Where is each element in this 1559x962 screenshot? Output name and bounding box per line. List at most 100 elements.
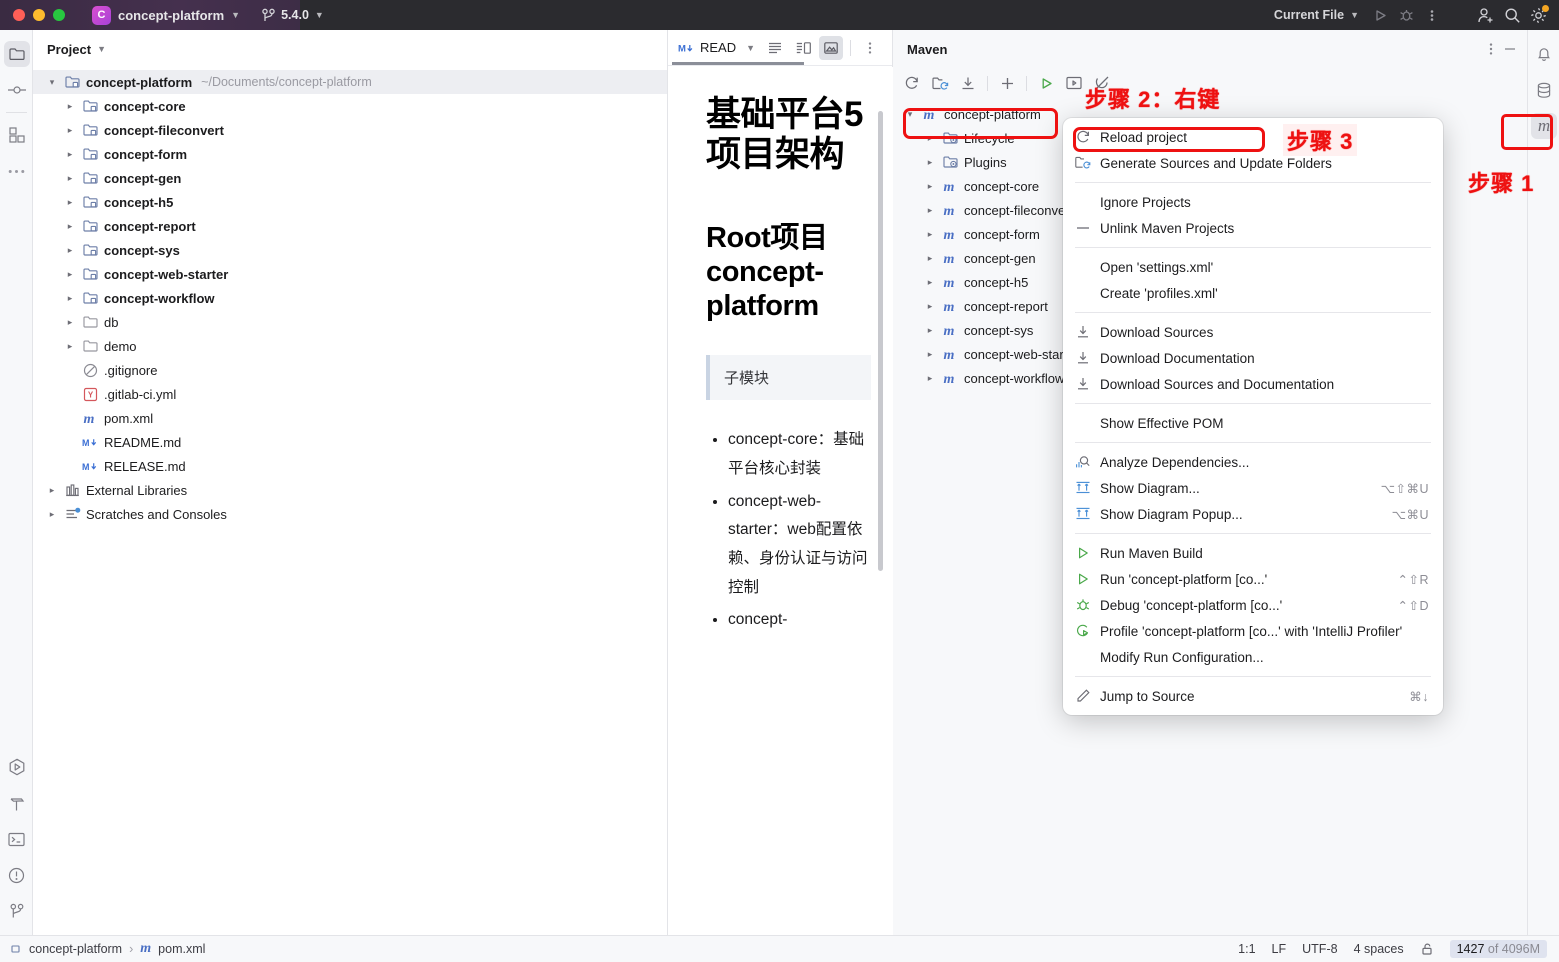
menu-item-run-maven-build[interactable]: Run Maven Build	[1063, 540, 1443, 566]
project-tree-item-concept-gen[interactable]: concept-gen	[33, 166, 667, 190]
menu-item-debug-concept-platform-co[interactable]: Debug 'concept-platform [co...' ⌃⇧D	[1063, 592, 1443, 618]
indent-indicator[interactable]: 4 spaces	[1354, 942, 1404, 956]
database-icon[interactable]	[1528, 72, 1559, 108]
window-controls[interactable]	[0, 9, 65, 21]
menu-item-download-documentation[interactable]: Download Documentation	[1063, 345, 1443, 371]
chevron-right-icon[interactable]	[63, 221, 77, 232]
project-tool-icon[interactable]	[0, 36, 33, 72]
chevron-down-icon[interactable]	[903, 109, 917, 120]
menu-item-show-effective-pom[interactable]: Show Effective POM	[1063, 410, 1443, 436]
project-tree-item-concept-fileconvert[interactable]: concept-fileconvert	[33, 118, 667, 142]
project-tree-item-release-md[interactable]: M RELEASE.md	[33, 454, 667, 478]
generate-sources-icon[interactable]	[927, 70, 953, 96]
menu-item-download-sources-and-documentation[interactable]: Download Sources and Documentation	[1063, 371, 1443, 397]
chevron-right-icon[interactable]	[923, 301, 937, 312]
project-tree-item-concept-h5[interactable]: concept-h5	[33, 190, 667, 214]
project-tree-item-external-libraries[interactable]: External Libraries	[33, 478, 667, 502]
project-tree-item-concept-core[interactable]: concept-core	[33, 94, 667, 118]
chevron-right-icon[interactable]	[923, 325, 937, 336]
more-options-icon[interactable]	[858, 36, 882, 60]
line-separator-indicator[interactable]: LF	[1272, 942, 1287, 956]
status-bar-breadcrumb[interactable]: concept-platform › m pom.xml	[0, 941, 205, 957]
chevron-right-icon[interactable]	[63, 293, 77, 304]
preview-only-view-button[interactable]	[819, 35, 844, 60]
build-tool-icon[interactable]	[0, 785, 33, 821]
chevron-right-icon[interactable]	[923, 253, 937, 264]
toggle-skip-tests-icon[interactable]	[1089, 70, 1115, 96]
chevron-right-icon[interactable]	[923, 373, 937, 384]
chevron-right-icon[interactable]	[923, 277, 937, 288]
project-tree-item-scratches-and-consoles[interactable]: Scratches and Consoles	[33, 502, 667, 526]
menu-item-generate-sources-and-update-folders[interactable]: Generate Sources and Update Folders	[1063, 150, 1443, 176]
settings-icon[interactable]	[1525, 2, 1551, 28]
chevron-right-icon[interactable]	[923, 205, 937, 216]
chevron-right-icon[interactable]	[63, 317, 77, 328]
project-tree-item-gitignore[interactable]: .gitignore	[33, 358, 667, 382]
menu-item-show-diagram[interactable]: Show Diagram... ⌥⇧⌘U	[1063, 475, 1443, 501]
editor-only-view-button[interactable]	[763, 36, 787, 60]
minimize-icon[interactable]	[1503, 42, 1517, 56]
project-selector[interactable]: C concept-platform ▼	[92, 5, 240, 25]
chevron-right-icon[interactable]	[923, 181, 937, 192]
encoding-indicator[interactable]: UTF-8	[1302, 942, 1337, 956]
project-tree-item-db[interactable]: db	[33, 310, 667, 334]
branch-selector[interactable]: 5.4.0 ▼	[262, 8, 324, 23]
more-options-icon[interactable]	[1419, 2, 1445, 28]
chevron-down-icon[interactable]: ▼	[97, 44, 106, 54]
problems-tool-icon[interactable]	[0, 857, 33, 893]
project-tree-item-concept-sys[interactable]: concept-sys	[33, 238, 667, 262]
project-tree-item-concept-report[interactable]: concept-report	[33, 214, 667, 238]
chevron-down-icon[interactable]	[45, 77, 59, 88]
run-configuration-selector[interactable]: Current File ▼	[1266, 0, 1367, 30]
caret-position-indicator[interactable]: 1:1	[1238, 942, 1255, 956]
menu-item-unlink-maven-projects[interactable]: Unlink Maven Projects	[1063, 215, 1443, 241]
run-tool-icon[interactable]	[0, 749, 33, 785]
menu-item-ignore-projects[interactable]: Ignore Projects	[1063, 189, 1443, 215]
debug-icon[interactable]	[1393, 2, 1419, 28]
project-tree-item-concept-platform[interactable]: concept-platform ~/Documents/concept-plat…	[33, 70, 667, 94]
project-tree-item-demo[interactable]: demo	[33, 334, 667, 358]
menu-item-show-diagram-popup[interactable]: Show Diagram Popup... ⌥⌘U	[1063, 501, 1443, 527]
maven-tool-icon[interactable]: m	[1528, 108, 1559, 144]
editor-scrollbar[interactable]	[878, 111, 883, 571]
chevron-right-icon[interactable]	[923, 229, 937, 240]
menu-item-profile-concept-platform-co-with-intellij-profiler[interactable]: Profile 'concept-platform [co...' with '…	[1063, 618, 1443, 644]
chevron-right-icon[interactable]	[63, 101, 77, 112]
close-window-button[interactable]	[13, 9, 25, 21]
project-tree-item-concept-workflow[interactable]: concept-workflow	[33, 286, 667, 310]
project-tree-item-readme-md[interactable]: M README.md	[33, 430, 667, 454]
maximize-window-button[interactable]	[53, 9, 65, 21]
chevron-right-icon[interactable]	[45, 509, 59, 520]
menu-item-download-sources[interactable]: Download Sources	[1063, 319, 1443, 345]
run-maven-build-icon[interactable]	[1033, 70, 1059, 96]
read-only-toggle-icon[interactable]	[1420, 942, 1434, 956]
memory-indicator[interactable]: 1427 of 4096M	[1449, 940, 1547, 958]
chevron-right-icon[interactable]	[923, 349, 937, 360]
menu-item-modify-run-configuration[interactable]: Modify Run Configuration...	[1063, 644, 1443, 670]
chevron-down-icon[interactable]: ▼	[746, 43, 755, 53]
menu-item-jump-to-source[interactable]: Jump to Source ⌘↓	[1063, 683, 1443, 709]
chevron-right-icon[interactable]	[63, 341, 77, 352]
search-icon[interactable]	[1499, 2, 1525, 28]
download-sources-icon[interactable]	[955, 70, 981, 96]
execute-maven-goal-icon[interactable]	[1061, 70, 1087, 96]
version-control-tool-icon[interactable]	[0, 893, 33, 929]
editor-tab-readme[interactable]: M READ	[676, 30, 738, 66]
menu-item-analyze-dependencies[interactable]: Analyze Dependencies...	[1063, 449, 1443, 475]
project-tree-item-concept-web-starter[interactable]: concept-web-starter	[33, 262, 667, 286]
chevron-right-icon[interactable]	[63, 269, 77, 280]
notifications-icon[interactable]	[1528, 36, 1559, 72]
add-user-icon[interactable]	[1473, 2, 1499, 28]
reload-all-maven-projects-icon[interactable]	[899, 70, 925, 96]
menu-item-create-profiles-xml[interactable]: Create 'profiles.xml'	[1063, 280, 1443, 306]
menu-item-open-settings-xml[interactable]: Open 'settings.xml'	[1063, 254, 1443, 280]
commit-tool-icon[interactable]	[0, 72, 33, 108]
maven-context-menu[interactable]: Reload project Generate Sources and Updat…	[1063, 118, 1443, 715]
minimize-window-button[interactable]	[33, 9, 45, 21]
more-options-icon[interactable]	[1489, 42, 1493, 56]
menu-item-reload-project[interactable]: Reload project	[1063, 124, 1443, 150]
structure-tool-icon[interactable]	[0, 117, 33, 153]
project-tree[interactable]: concept-platform ~/Documents/concept-plat…	[33, 68, 667, 526]
project-tree-item-concept-form[interactable]: concept-form	[33, 142, 667, 166]
chevron-right-icon[interactable]	[923, 133, 937, 144]
